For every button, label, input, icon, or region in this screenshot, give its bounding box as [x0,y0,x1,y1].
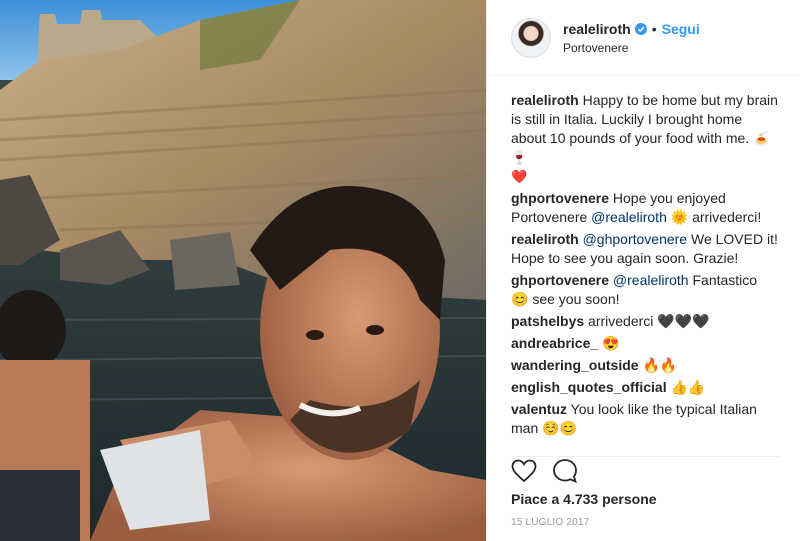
comment-text: 😍 [602,335,620,351]
comment-username[interactable]: wandering_outside [511,357,639,373]
comment: valentuz You look like the typical Itali… [511,400,778,438]
location-link[interactable]: Portovenere [563,41,700,55]
comment-text-after: 🌞 arrivederci! [666,209,762,225]
avatar[interactable] [511,17,551,58]
action-bar [511,456,781,485]
comment-text: 🔥🔥 [642,357,678,373]
comment: ghportovenere Hope you enjoyed Portovene… [511,189,778,227]
header-text: realeliroth • Segui Portovenere [563,21,700,55]
caption-heart: ❤️ [511,169,528,184]
comment-mention[interactable]: @realeliroth [613,272,689,288]
comment-username[interactable]: ghportovenere [511,272,609,288]
comment-bubble-icon[interactable] [552,458,578,484]
separator-dot: • [651,20,657,37]
caption-username[interactable]: realeliroth [511,92,579,108]
photo-image [0,0,486,541]
comment: patshelbys arrivederci 🖤🖤🖤 [511,312,778,331]
comment: english_quotes_official 👍👍 [511,378,778,397]
comments-list: realeliroth Happy to be home but my brai… [511,91,778,441]
post-header: realeliroth • Segui Portovenere [487,0,800,76]
comment-username[interactable]: valentuz [511,401,567,417]
comment-mention[interactable]: @ghportovenere [583,231,688,247]
comment-mention[interactable]: @realeliroth [591,209,667,225]
verified-badge-icon [634,22,647,35]
follow-button[interactable]: Segui [662,21,700,37]
caption: realeliroth Happy to be home but my brai… [511,91,778,186]
action-icons [511,457,781,485]
comment-username[interactable]: patshelbys [511,313,584,329]
comment: realeliroth @ghportovenere We LOVED it! … [511,230,778,268]
post-date[interactable]: 15 LUGLIO 2017 [511,517,589,528]
post-photo[interactable] [0,0,486,541]
comment-text: 👍👍 [670,379,706,395]
comment-username[interactable]: ghportovenere [511,190,609,206]
likes-count[interactable]: Piace a 4.733 persone [511,491,657,507]
comment-text: arrivederci 🖤🖤🖤 [588,313,710,329]
comment-username[interactable]: andreabrice_ [511,335,598,351]
header-line: realeliroth • Segui [563,21,700,37]
header-username[interactable]: realeliroth [563,21,631,37]
comment: wandering_outside 🔥🔥 [511,356,778,375]
heart-outline-icon[interactable] [511,459,537,483]
comment: andreabrice_ 😍 [511,334,778,353]
instagram-post: realeliroth • Segui Portovenere realelir… [0,0,800,541]
comment-username[interactable]: realeliroth [511,231,579,247]
comment-username[interactable]: english_quotes_official [511,379,667,395]
comment: ghportovenere @realeliroth Fantastico 😊 … [511,271,778,309]
post-sidebar: realeliroth • Segui Portovenere realelir… [486,0,800,541]
